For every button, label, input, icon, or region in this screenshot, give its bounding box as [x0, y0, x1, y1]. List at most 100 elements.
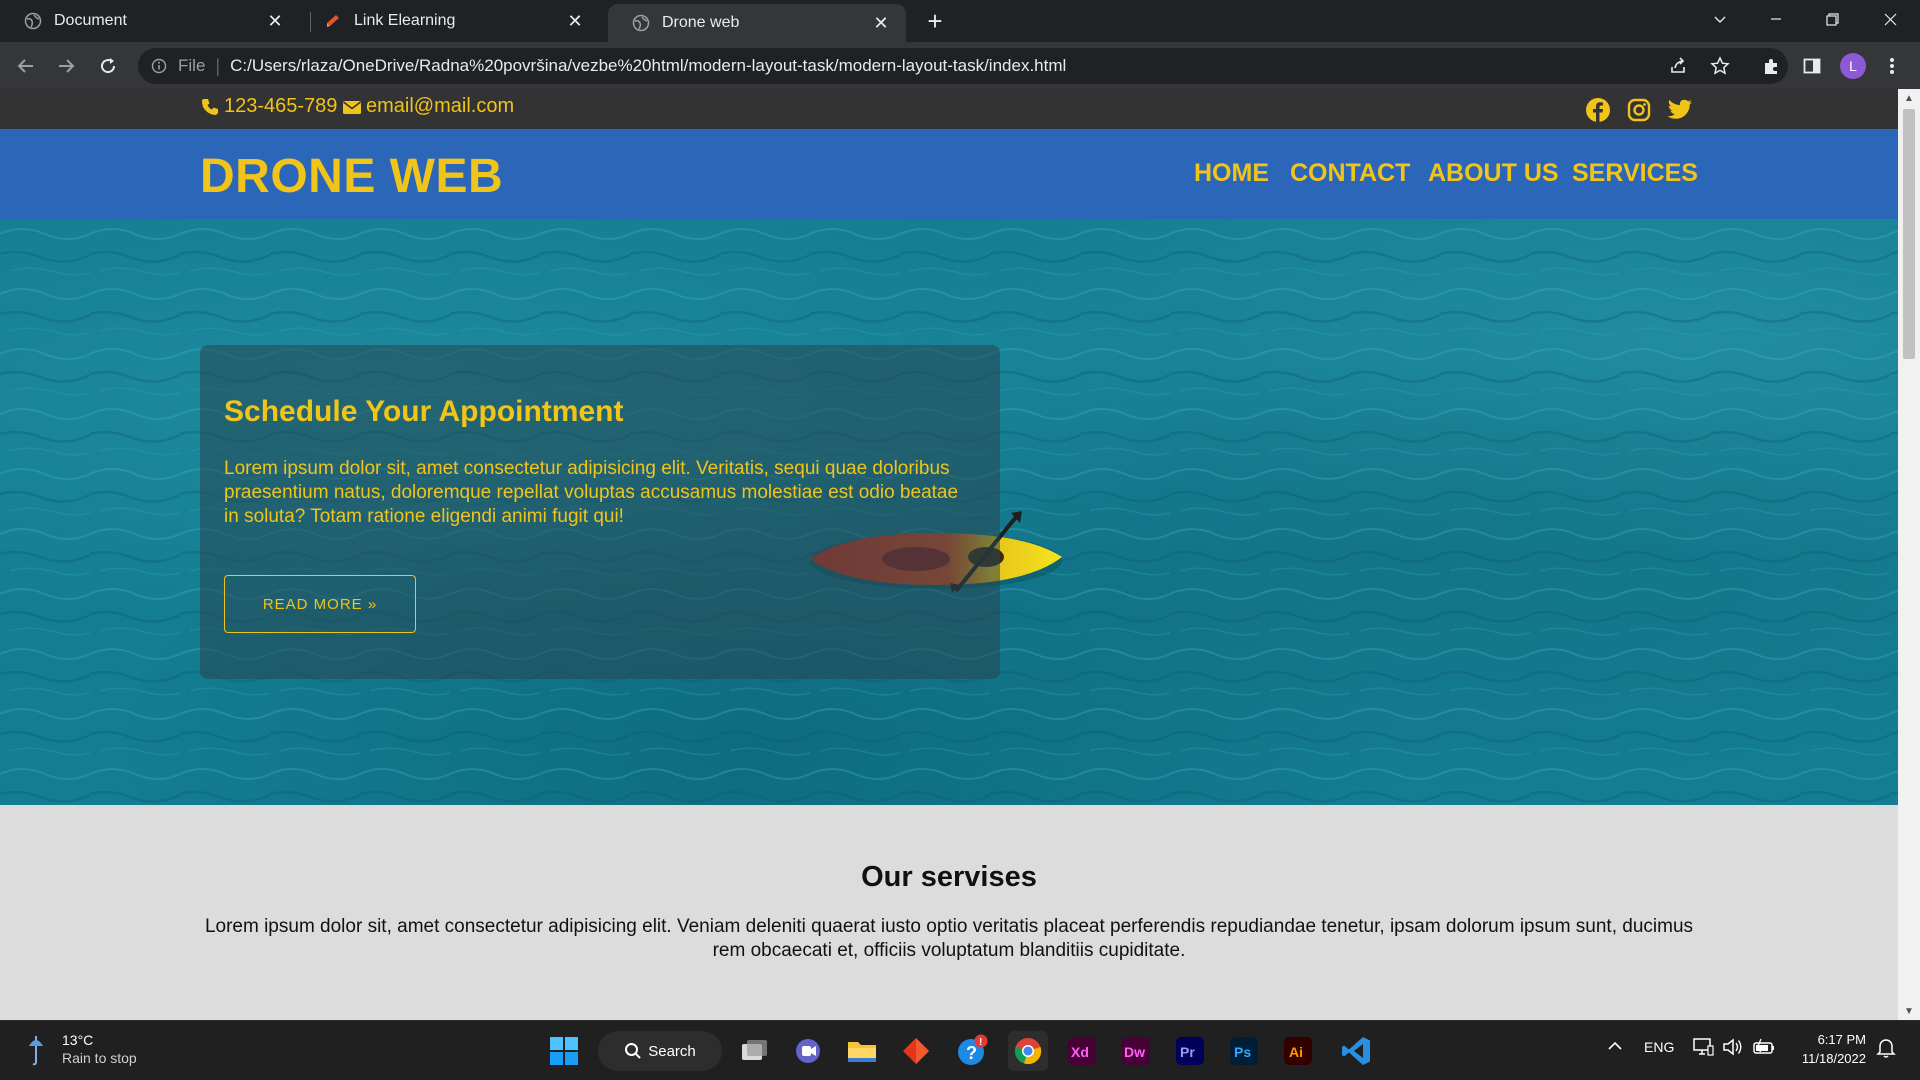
kebab-menu-icon[interactable] — [1880, 54, 1904, 78]
weather-temp: 13°C — [62, 1032, 94, 1048]
scrollbar-thumb[interactable] — [1903, 109, 1915, 359]
tab-search-button[interactable] — [1692, 0, 1748, 38]
tab-link-elearning[interactable]: Link Elearning ✕ — [300, 0, 600, 42]
minimize-button[interactable] — [1748, 0, 1804, 38]
phone-contact[interactable]: 123-465-789 — [200, 95, 337, 118]
network-icon[interactable] — [1692, 1037, 1714, 1060]
arrow-right-icon — [59, 59, 75, 73]
system-clock[interactable]: 6:17 PM 11/18/2022 — [1790, 1030, 1866, 1068]
photoshop-icon[interactable]: Ps — [1224, 1031, 1264, 1071]
close-icon[interactable]: ✕ — [264, 10, 286, 32]
volume-icon[interactable] — [1722, 1037, 1744, 1060]
link-favicon-icon — [324, 12, 342, 30]
close-window-button[interactable] — [1862, 0, 1918, 38]
side-panel-icon[interactable] — [1800, 54, 1824, 78]
close-icon — [1884, 13, 1896, 25]
twitter-icon[interactable] — [1667, 97, 1693, 123]
file-explorer-icon[interactable] — [842, 1031, 882, 1071]
scroll-down-arrow-icon[interactable]: ▼ — [1898, 1002, 1920, 1020]
appointment-title: Schedule Your Appointment — [224, 395, 624, 428]
svg-text:?: ? — [966, 1043, 977, 1063]
read-more-button[interactable]: READ MORE » — [224, 575, 416, 633]
profile-avatar[interactable]: L — [1840, 53, 1866, 79]
search-label: Search — [648, 1042, 696, 1060]
svg-text:Ai: Ai — [1289, 1044, 1303, 1060]
email-contact[interactable]: email@mail.com — [342, 95, 514, 118]
browser-toolbar: File | C:/Users/rlaza/OneDrive/Radna%20p… — [0, 42, 1920, 89]
forward-button[interactable] — [50, 50, 82, 82]
tab-title: Drone web — [662, 14, 740, 31]
clock-date: 11/18/2022 — [1801, 1051, 1866, 1066]
url-divider: | — [215, 55, 221, 76]
nav-link-home[interactable]: HOME — [1194, 159, 1269, 188]
new-tab-button[interactable]: + — [920, 6, 950, 36]
minimize-icon — [1771, 18, 1781, 20]
url-text[interactable]: C:/Users/rlaza/OneDrive/Radna%20površina… — [230, 56, 1066, 76]
nav-link-services[interactable]: SERVICES — [1572, 159, 1698, 188]
nav-link-about-us[interactable]: ABOUT US — [1428, 159, 1559, 188]
browser-tab-strip: Document ✕ Link Elearning ✕ Drone web ✕ … — [0, 0, 1920, 42]
teams-icon[interactable] — [788, 1031, 828, 1071]
back-button[interactable] — [10, 50, 42, 82]
services-section: Our servises Lorem ipsum dolor sit, amet… — [0, 805, 1898, 1020]
email-address: email@mail.com — [366, 95, 515, 117]
appointment-card: Schedule Your Appointment Lorem ipsum do… — [200, 345, 1000, 679]
services-text: Lorem ipsum dolor sit, amet consectetur … — [204, 916, 1694, 961]
svg-text:Ps: Ps — [1234, 1044, 1251, 1060]
site-logo[interactable]: DRONE WEB — [200, 149, 503, 204]
taskbar-search[interactable]: Search — [598, 1031, 722, 1071]
tab-title: Document — [54, 12, 127, 29]
weather-widget[interactable]: 13°C Rain to stop — [26, 1031, 137, 1067]
appointment-text: Lorem ipsum dolor sit, amet consectetur … — [224, 458, 959, 527]
xd-icon[interactable]: Xd — [1062, 1031, 1102, 1071]
windows-taskbar: 13°C Rain to stop Search ?! Xd Dw Pr Ps … — [0, 1020, 1920, 1080]
nav-link-contact[interactable]: CONTACT — [1290, 159, 1410, 188]
tab-drone-web[interactable]: Drone web ✕ — [608, 4, 906, 42]
chevron-up-icon[interactable] — [1606, 1037, 1624, 1058]
instagram-icon[interactable] — [1626, 97, 1652, 123]
svg-text:!: ! — [979, 1037, 982, 1048]
bookmark-star-icon[interactable] — [1710, 56, 1730, 76]
reload-icon — [101, 58, 116, 74]
language-indicator[interactable]: ENG — [1644, 1039, 1674, 1055]
windows-start-icon[interactable] — [544, 1031, 584, 1071]
svg-text:Pr: Pr — [1180, 1044, 1195, 1060]
phone-icon — [202, 98, 218, 115]
extensions-puzzle-icon[interactable] — [1760, 54, 1784, 78]
help-icon[interactable]: ?! — [952, 1031, 992, 1071]
contact-topbar: 123-465-789 email@mail.com — [0, 89, 1898, 129]
page-scrollbar[interactable]: ▲ ▼ — [1898, 89, 1920, 1020]
close-icon[interactable]: ✕ — [870, 12, 892, 34]
arrow-left-icon — [17, 59, 33, 73]
vscode-icon[interactable] — [1336, 1031, 1376, 1071]
battery-icon[interactable] — [1752, 1037, 1776, 1060]
rain-umbrella-icon — [29, 1036, 43, 1066]
tab-document[interactable]: Document ✕ — [0, 0, 300, 42]
facebook-icon[interactable] — [1585, 97, 1611, 123]
clock-time: 6:17 PM — [1817, 1032, 1866, 1047]
close-icon[interactable]: ✕ — [564, 10, 586, 32]
restore-button[interactable] — [1804, 0, 1860, 38]
search-icon — [625, 1043, 641, 1059]
address-bar[interactable]: File | C:/Users/rlaza/OneDrive/Radna%20p… — [138, 48, 1788, 84]
illustrator-icon[interactable]: Ai — [1278, 1031, 1318, 1071]
reload-button[interactable] — [92, 50, 124, 82]
services-title: Our servises — [861, 861, 1037, 893]
notification-bell-icon[interactable] — [1876, 1037, 1896, 1062]
dreamweaver-icon[interactable]: Dw — [1116, 1031, 1156, 1071]
chevron-down-icon — [1714, 16, 1726, 23]
svg-text:Xd: Xd — [1071, 1044, 1089, 1060]
restore-icon — [1825, 12, 1839, 26]
weather-condition: Rain to stop — [62, 1050, 137, 1066]
info-icon[interactable] — [150, 57, 168, 75]
chrome-icon[interactable] — [1008, 1031, 1048, 1071]
git-icon[interactable] — [896, 1031, 936, 1071]
phone-number: 123-465-789 — [224, 95, 338, 117]
svg-text:Dw: Dw — [1124, 1044, 1145, 1060]
share-icon[interactable] — [1668, 56, 1688, 76]
tab-title: Link Elearning — [354, 12, 456, 29]
task-view-icon[interactable] — [734, 1031, 774, 1071]
scroll-up-arrow-icon[interactable]: ▲ — [1898, 89, 1920, 107]
premiere-icon[interactable]: Pr — [1170, 1031, 1210, 1071]
hero-section: Schedule Your Appointment Lorem ipsum do… — [0, 219, 1898, 805]
